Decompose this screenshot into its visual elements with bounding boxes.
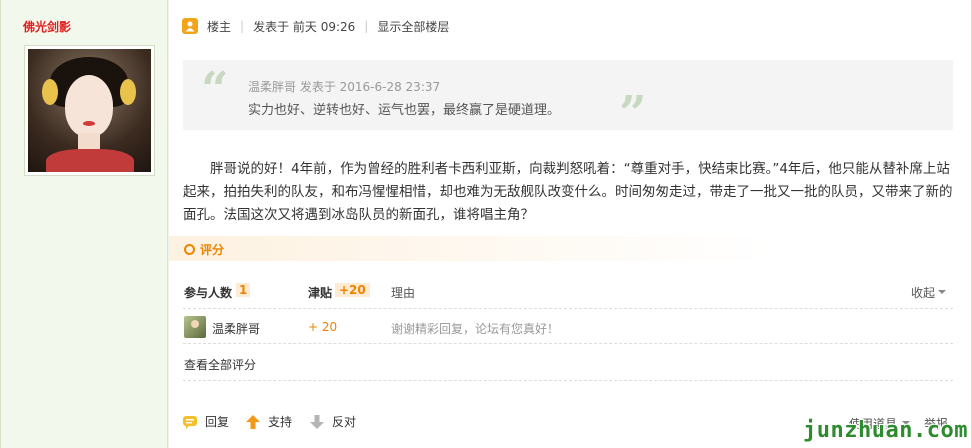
- participants-label: 参与人数: [184, 286, 233, 300]
- rating-title: 评分: [200, 243, 225, 257]
- rater-avatar[interactable]: [184, 316, 206, 338]
- avatar-ornament: [42, 79, 58, 105]
- quote-open-icon: “: [201, 62, 229, 118]
- post-body: 胖哥说的好！4年前，作为曾经的胜利者卡西利亚斯，向裁判怒吼着：“尊重对手，快结束…: [183, 161, 953, 223]
- show-all-floors-link[interactable]: 显示全部楼层: [377, 18, 449, 35]
- quote-block: “ 温柔胖哥 发表于 2016-6-28 23:37 实力也好、逆转也好、运气也…: [183, 60, 953, 142]
- quote-text: 实力也好、逆转也好、运气也罢，最终赢了是硬道理。: [248, 103, 561, 118]
- rating-header: 评分: [169, 236, 971, 261]
- avatar-face: [65, 75, 113, 137]
- rating-divider: [183, 308, 953, 309]
- rating-circle-icon: [184, 244, 195, 255]
- rating-columns: 参与人数 1 津贴 +20 理由 收起: [184, 283, 954, 301]
- rater-name-link[interactable]: 温柔胖哥: [212, 320, 260, 337]
- quote-header: 温柔胖哥 发表于 2016-6-28 23:37: [248, 80, 441, 94]
- meta-separator: |: [364, 19, 369, 33]
- quote-close-icon: ”: [619, 86, 647, 142]
- post-time: 发表于 前天 09:26: [253, 19, 356, 34]
- allowance-total-badge: +20: [335, 283, 370, 297]
- collapse-ratings-button[interactable]: 收起: [911, 284, 935, 301]
- thumb-up-arrow-icon: [245, 414, 261, 430]
- op-label: 楼主: [207, 19, 232, 34]
- meta-separator: |: [240, 19, 245, 33]
- rater-points: + 20: [308, 320, 338, 334]
- thumb-down-arrow-icon: [309, 414, 325, 430]
- post-main: 楼主 | 发表于 前天 09:26 | 显示全部楼层 “ 温柔胖哥 发表于 20…: [169, 0, 971, 448]
- rating-row: 温柔胖哥 + 20 谢谢精彩回复，论坛有您真好！: [184, 316, 954, 340]
- rating-divider: [183, 380, 953, 381]
- chevron-down-icon[interactable]: [938, 290, 946, 294]
- author-avatar[interactable]: [28, 49, 151, 172]
- allowance-label: 津贴: [308, 286, 333, 300]
- rating-divider: [183, 343, 953, 344]
- avatar-lips: [83, 121, 95, 126]
- reply-button[interactable]: 回复: [182, 413, 229, 430]
- author-avatar-frame[interactable]: [24, 45, 155, 176]
- participants-count-badge: 1: [236, 283, 251, 297]
- reply-label: 回复: [205, 415, 230, 429]
- author-sidebar: 佛光剑影: [1, 0, 168, 448]
- oppose-label: 反对: [332, 415, 357, 429]
- reply-bubble-icon: [182, 414, 198, 430]
- support-label: 支持: [268, 415, 293, 429]
- site-watermark: junzhuan.com: [803, 418, 968, 443]
- oppose-button[interactable]: 反对: [309, 413, 356, 430]
- avatar-ornament: [120, 79, 136, 105]
- view-all-ratings-link[interactable]: 查看全部评分: [184, 356, 256, 373]
- op-user-icon: [182, 18, 198, 34]
- post-meta-bar: 楼主 | 发表于 前天 09:26 | 显示全部楼层: [182, 17, 449, 35]
- author-name-link[interactable]: 佛光剑影: [23, 18, 71, 35]
- avatar-robe: [46, 149, 134, 172]
- rater-reason: 谢谢精彩回复，论坛有您真好！: [391, 322, 560, 336]
- support-button[interactable]: 支持: [245, 413, 292, 430]
- reason-label: 理由: [391, 286, 416, 300]
